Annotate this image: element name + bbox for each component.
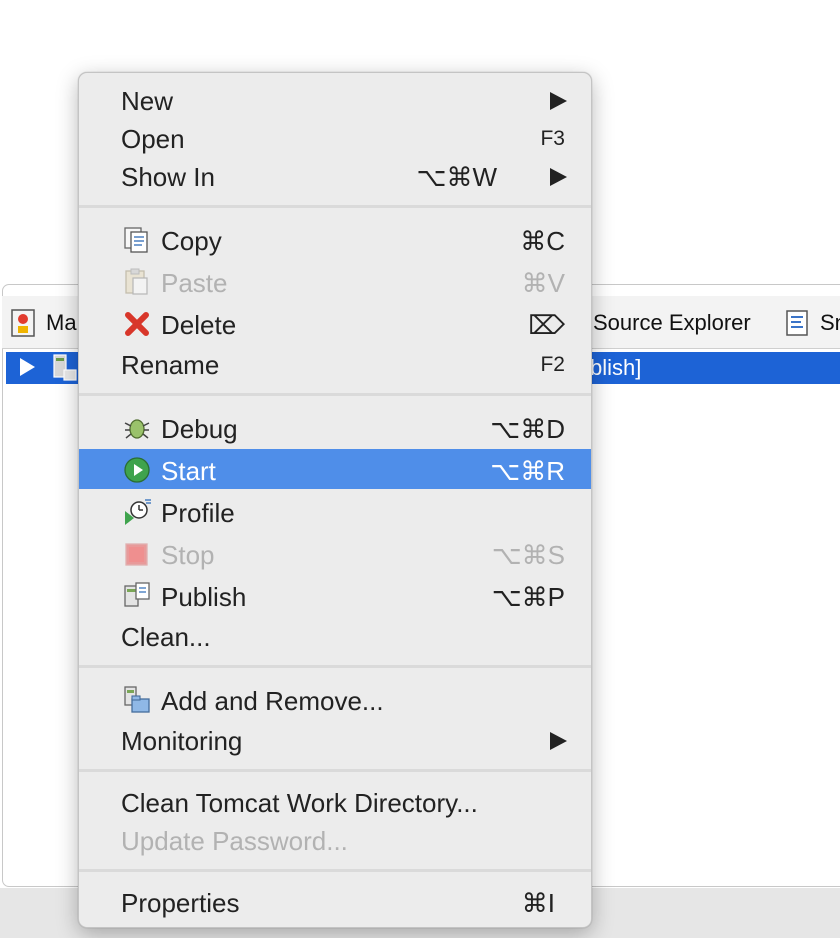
markers-icon: [10, 309, 38, 337]
menu-item-shortcut: F2: [540, 353, 565, 376]
menu-item-label: Copy: [161, 226, 222, 256]
tab-snippets[interactable]: Sn: [784, 300, 840, 346]
menu-item-label: Update Password...: [121, 826, 348, 856]
menu-item-shortcut: ⌥⌘W: [416, 162, 497, 192]
submenu-arrow-icon: [550, 732, 567, 750]
menu-item-label: Monitoring: [121, 726, 243, 756]
menu-item-label: Profile: [161, 498, 235, 528]
tab-label: Sn: [820, 310, 840, 335]
menu-item-open[interactable]: Open F3: [79, 117, 591, 157]
menu-item-label: New: [121, 86, 174, 116]
menu-item-profile[interactable]: Profile: [79, 491, 591, 531]
menu-item-label: Debug: [161, 414, 238, 444]
menu-item-publish[interactable]: Publish ⌥⌘P: [79, 575, 591, 615]
server-row-text: blish]: [590, 355, 642, 380]
publish-icon: [122, 581, 152, 611]
menu-item-stop[interactable]: Stop ⌥⌘S: [79, 533, 591, 573]
menu-separator: [79, 869, 591, 872]
debug-icon: [122, 413, 152, 443]
menu-item-label: Show In: [121, 162, 215, 192]
menu-item-clean-tomcat[interactable]: Clean Tomcat Work Directory...: [79, 781, 591, 821]
add-remove-icon: [122, 685, 152, 715]
menu-item-shortcut: ⌥⌘D: [490, 414, 565, 444]
menu-item-debug[interactable]: Debug ⌥⌘D: [79, 407, 591, 447]
menu-separator: [79, 393, 591, 396]
menu-item-label: Stop: [161, 540, 215, 570]
menu-item-label: Rename: [121, 350, 220, 380]
profile-icon: [122, 497, 152, 527]
menu-item-shortcut: ⌘V: [521, 268, 565, 298]
paste-icon: [122, 267, 152, 297]
menu-item-label: Start: [161, 456, 216, 486]
menu-item-label: Publish: [161, 582, 247, 612]
menu-item-clean[interactable]: Clean...: [79, 615, 591, 655]
tab-label: Source Explorer: [593, 310, 751, 335]
expand-arrow-icon[interactable]: [20, 358, 35, 376]
menu-item-label: Open: [121, 124, 185, 154]
delete-icon: [122, 309, 152, 339]
menu-item-show-in[interactable]: Show In ⌥⌘W: [79, 155, 591, 195]
menu-item-label: Add and Remove...: [161, 686, 384, 716]
menu-item-start[interactable]: Start ⌥⌘R: [79, 449, 591, 489]
menu-item-copy[interactable]: Copy ⌘C: [79, 219, 591, 259]
menu-item-label: Properties: [121, 888, 240, 918]
menu-item-properties[interactable]: Properties ⌘I: [79, 881, 591, 921]
menu-item-new[interactable]: New: [79, 79, 591, 119]
menu-item-paste[interactable]: Paste ⌘V: [79, 261, 591, 301]
menu-item-label: Clean Tomcat Work Directory...: [121, 788, 478, 818]
submenu-arrow-icon: [550, 168, 567, 186]
menu-separator: [79, 665, 591, 668]
context-menu: New Open F3 Show In ⌥⌘W Copy ⌘C Paste ⌘V…: [78, 72, 592, 928]
menu-separator: [79, 769, 591, 772]
menu-item-shortcut: F3: [540, 127, 565, 150]
server-icon: [52, 354, 78, 382]
start-icon: [122, 455, 152, 485]
stop-icon: [122, 539, 152, 569]
menu-item-label: Clean...: [121, 622, 211, 652]
menu-item-add-remove[interactable]: Add and Remove...: [79, 679, 591, 719]
menu-item-update-password[interactable]: Update Password...: [79, 819, 591, 859]
snippets-icon: [784, 309, 812, 337]
menu-item-shortcut: ⌥⌘R: [490, 456, 565, 486]
tab-markers[interactable]: Ma: [10, 300, 77, 346]
menu-item-shortcut: ⌘C: [520, 226, 565, 256]
menu-item-shortcut: ⌦: [528, 310, 565, 340]
menu-item-monitoring[interactable]: Monitoring: [79, 719, 591, 759]
menu-item-shortcut: ⌘I: [521, 888, 555, 918]
menu-item-shortcut: ⌥⌘P: [491, 582, 565, 612]
menu-item-label: Paste: [161, 268, 228, 298]
menu-item-label: Delete: [161, 310, 237, 340]
tab-label: Ma: [46, 310, 77, 335]
copy-icon: [122, 225, 152, 255]
menu-separator: [79, 205, 591, 208]
menu-item-rename[interactable]: Rename F2: [79, 343, 591, 383]
menu-item-shortcut: ⌥⌘S: [491, 540, 565, 570]
menu-item-delete[interactable]: Delete ⌦: [79, 303, 591, 343]
submenu-arrow-icon: [550, 92, 567, 110]
